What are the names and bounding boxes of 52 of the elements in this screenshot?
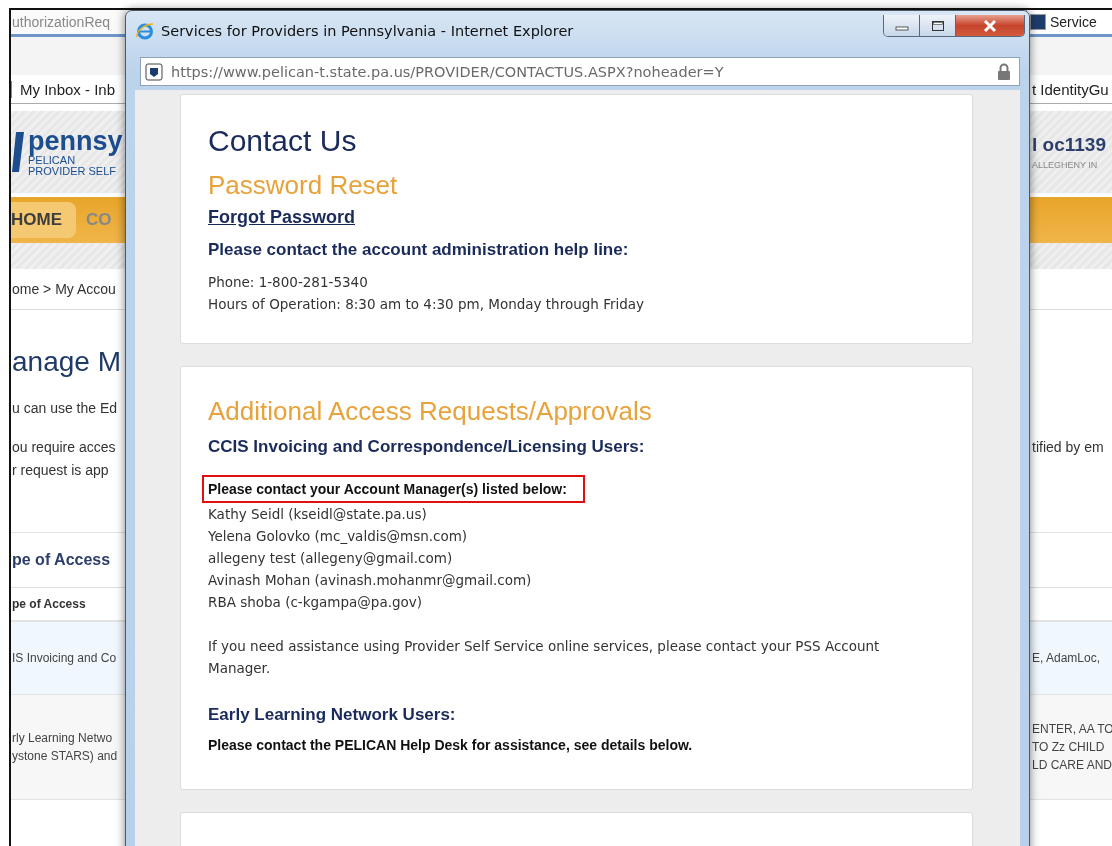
minimize-button[interactable] xyxy=(884,15,920,36)
group-label: CCIS Invoicing and Correspondence/Licensing Users: xyxy=(208,436,646,458)
instruction-text: Please contact the PELICAN Help Desk for assistance, see details below. xyxy=(207,736,694,755)
column-header: pe of Access xyxy=(11,597,87,611)
table-cell-text: ystone STARS) and xyxy=(12,748,119,765)
table-cell-text: IS Invoicing and Co xyxy=(12,650,118,667)
logo-icon xyxy=(12,132,24,172)
section-title: pe of Access xyxy=(11,551,112,569)
table-cell-text: TO Zz CHILD xyxy=(1032,739,1106,756)
contact-text: RBA shoba (c-kgampa@pa.gov) xyxy=(208,593,424,612)
maximize-button[interactable] xyxy=(920,15,956,36)
notice-text: r request is app xyxy=(12,461,110,480)
nav-tab[interactable]: HOME xyxy=(11,202,76,238)
table-cell-text: E, AdamLoc, xyxy=(1032,650,1102,667)
section-title: Password Reset xyxy=(208,169,399,201)
close-button[interactable] xyxy=(956,15,1024,36)
contact-text: Yelena Golovko (mc_valdis@msn.com) xyxy=(208,527,469,546)
lock-icon xyxy=(997,62,1011,81)
help-paragraph: If you need assistance using Provider Self Service online services, please contact your PSS Account Manager. xyxy=(208,637,881,678)
page-title: Contact Us xyxy=(208,123,358,159)
table-cell-text: LD CARE AND xyxy=(1032,757,1112,774)
logo-tagline: PELICAN xyxy=(28,155,76,166)
contact-text: Hours of Operation: 8:30 am to 4:30 pm, Monday through Friday xyxy=(208,295,646,314)
logo-wordmark: pennsy xyxy=(28,127,123,155)
browser-tab[interactable]: Service xyxy=(1026,10,1112,34)
contact-text: Phone: 1-800-281-5340 xyxy=(208,273,369,292)
site-icon xyxy=(145,62,163,81)
section-title: Additional Access Requests/Approvals xyxy=(208,395,653,427)
table-cell-text: rly Learning Netwo xyxy=(12,730,114,747)
window-title: Services for Providers in Pennsylvania - Internet Explorer xyxy=(161,23,574,39)
user-organization: ALLEGHENY IN xyxy=(1032,160,1099,170)
notice-text: ou require acces xyxy=(12,438,117,457)
browser-logo-icon xyxy=(135,21,155,41)
group-label: Please contact the account administration help line: xyxy=(208,239,630,261)
close-icon xyxy=(982,18,998,33)
breadcrumb: ome > My Accou xyxy=(11,281,117,297)
instruction-text: Please contact your Account Manager(s) listed below: xyxy=(202,475,585,503)
address-bar[interactable]: https://www.pelican-t.state.pa.us/PROVIDER/CONTACTUS.ASPX?noheader=Y xyxy=(140,57,1020,86)
user-name: l oc1139 xyxy=(1032,134,1107,156)
favorite-link[interactable]: t IdentityGu xyxy=(1032,80,1112,98)
page-heading: anage M xyxy=(12,346,122,378)
maximize-icon xyxy=(930,19,945,32)
contact-text: Avinash Mohan (avinash.mohanmr@gmail.com) xyxy=(208,571,533,590)
page-icon xyxy=(1030,14,1046,30)
forgot-password-link[interactable]: Forgot Password xyxy=(208,207,355,227)
logo-tagline: PROVIDER SELF xyxy=(28,166,118,177)
group-label: Early Learning Network Users: xyxy=(208,704,457,726)
notice-text: tified by em xyxy=(1032,438,1105,457)
contact-text: allegeny test (allegeny@gmail.com) xyxy=(208,549,454,568)
url-text: https://www.pelican-t.state.pa.us/PROVIDER/CONTACTUS.ASPX?noheader=Y xyxy=(171,63,724,80)
contact-text: Kathy Seidl (kseidl@state.pa.us) xyxy=(208,505,428,524)
intro-text: u can use the Ed xyxy=(12,400,119,416)
